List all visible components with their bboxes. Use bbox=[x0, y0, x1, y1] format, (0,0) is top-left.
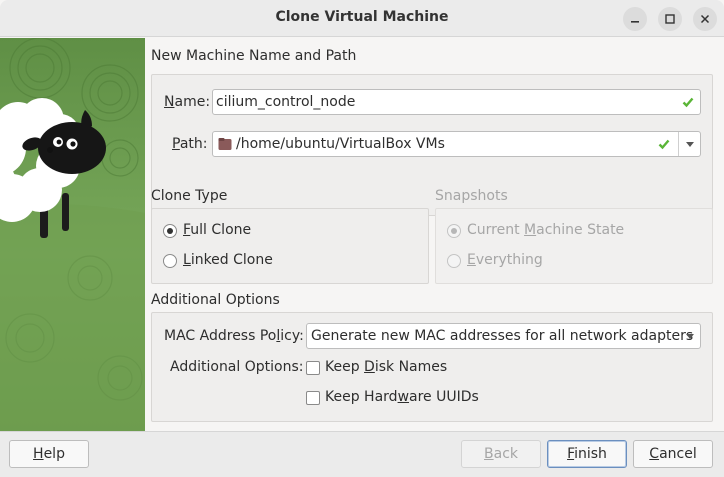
mac-policy-select[interactable]: Generate new MAC addresses for all netwo… bbox=[306, 323, 701, 349]
minimize-button[interactable] bbox=[623, 7, 647, 31]
minimize-icon bbox=[631, 21, 639, 23]
mac-policy-value: Generate new MAC addresses for all netwo… bbox=[311, 328, 694, 344]
valid-check-icon bbox=[682, 97, 694, 108]
keep-hardware-uuids-checkbox[interactable] bbox=[306, 391, 320, 405]
keep-hardware-uuids-label[interactable]: Keep Hardware UUIDs bbox=[325, 389, 479, 405]
help-button[interactable]: Help bbox=[9, 440, 89, 468]
maximize-icon bbox=[665, 14, 675, 24]
title-bar: Clone Virtual Machine bbox=[0, 0, 724, 37]
current-machine-state-label: Current Machine State bbox=[467, 222, 625, 238]
name-path-section-title: New Machine Name and Path bbox=[151, 48, 357, 64]
cancel-button[interactable]: Cancel bbox=[633, 440, 713, 468]
keep-disk-names-checkbox[interactable] bbox=[306, 361, 320, 375]
snapshots-group bbox=[435, 208, 713, 284]
dropdown-arrow-icon bbox=[686, 142, 694, 147]
name-field[interactable]: cilium_control_node bbox=[212, 89, 701, 115]
name-value[interactable]: cilium_control_node bbox=[216, 94, 355, 110]
mac-policy-label: MAC Address Policy: bbox=[164, 328, 304, 344]
keep-disk-names-label[interactable]: Keep Disk Names bbox=[325, 359, 447, 375]
additional-options-label: Additional Options: bbox=[170, 359, 304, 375]
current-machine-state-radio bbox=[447, 224, 461, 238]
close-button[interactable] bbox=[693, 7, 717, 31]
dropdown-arrow-icon bbox=[686, 334, 694, 339]
full-clone-label[interactable]: Full Clone bbox=[183, 222, 251, 238]
maximize-button[interactable] bbox=[658, 7, 682, 31]
window-title: Clone Virtual Machine bbox=[275, 9, 449, 25]
clone-type-section-title: Clone Type bbox=[151, 188, 228, 204]
wizard-content: New Machine Name and Path Name: cilium_c… bbox=[145, 38, 724, 431]
full-clone-radio[interactable] bbox=[163, 224, 177, 238]
path-value[interactable]: /home/ubuntu/VirtualBox VMs bbox=[236, 136, 445, 152]
clone-type-group bbox=[151, 208, 429, 284]
close-icon bbox=[700, 14, 710, 24]
wizard-side-illustration bbox=[0, 38, 145, 431]
everything-label: Everything bbox=[467, 252, 543, 268]
folder-icon bbox=[218, 138, 232, 150]
clone-vm-dialog: Clone Virtual Machine New Machine Name a… bbox=[0, 0, 724, 477]
additional-options-section-title: Additional Options bbox=[151, 292, 280, 308]
name-label: Name: bbox=[164, 94, 211, 110]
path-label: Path: bbox=[172, 136, 208, 152]
snapshots-section-title: Snapshots bbox=[435, 188, 508, 204]
linked-clone-label[interactable]: Linked Clone bbox=[183, 252, 273, 268]
button-bar: Help Back Finish Cancel bbox=[0, 431, 724, 477]
finish-button[interactable]: Finish bbox=[547, 440, 627, 468]
path-field[interactable]: /home/ubuntu/VirtualBox VMs bbox=[212, 131, 701, 157]
path-browse-dropdown[interactable] bbox=[678, 132, 700, 156]
linked-clone-radio[interactable] bbox=[163, 254, 177, 268]
valid-check-icon bbox=[658, 139, 670, 150]
sheep-illustration bbox=[0, 38, 145, 431]
everything-radio bbox=[447, 254, 461, 268]
back-button[interactable]: Back bbox=[461, 440, 541, 468]
